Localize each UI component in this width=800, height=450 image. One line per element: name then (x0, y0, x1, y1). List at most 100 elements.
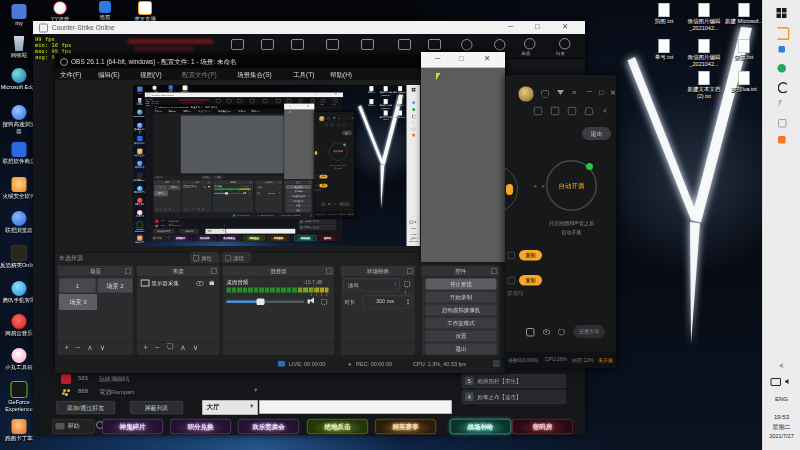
cso-close-button[interactable]: ✕ (562, 23, 568, 31)
file-wechat-img-1[interactable]: 微信图片编辑_2021042... (683, 3, 725, 31)
menu-scene-collection[interactable]: 场景集合(S) (237, 70, 272, 79)
shield-icon[interactable] (541, 90, 549, 98)
file-new-text-doc[interactable]: 新建文本文档 (2).txt (683, 71, 725, 99)
menu-file[interactable]: 文件(F) (60, 70, 81, 79)
cso-mail-icon[interactable] (428, 39, 441, 50)
mic-toggle-orange[interactable] (506, 184, 513, 195)
menu-edit[interactable]: 编辑(E) (98, 70, 120, 79)
clock-time[interactable]: 19:53 (763, 413, 800, 420)
map-row-2[interactable]: 4 剧毒之布【追击】 (462, 390, 566, 404)
properties-button[interactable]: 属性 (190, 252, 219, 263)
map-row-1[interactable]: 5 地狱围栏【求生】 (462, 374, 566, 388)
taskbar-cursor-icon[interactable] (779, 100, 786, 107)
tray-monitor-icon[interactable] (771, 378, 782, 386)
sources-dock-header[interactable]: 来源 (137, 266, 220, 278)
scene-tile-1[interactable]: 1 (60, 279, 96, 293)
file-danhao[interactable]: 单号.txt (643, 39, 685, 61)
mixer-gear-icon[interactable] (321, 299, 328, 306)
hall-dropdown[interactable]: 大厅 ▼ (202, 400, 258, 415)
volume-slider-handle[interactable] (257, 299, 265, 306)
mic-connect-button[interactable]: 连麦互动 (573, 325, 605, 338)
virtual-camera-button[interactable]: 启动虚拟摄像机 (426, 305, 497, 316)
friend-row-1[interactable]: 585 玩破璃聊吗 (58, 373, 238, 385)
lobby-button-juedi[interactable]: 绝地反击 (307, 419, 368, 434)
small-window-minimize[interactable]: ─ (435, 54, 440, 62)
cso-calendar-icon[interactable] (326, 39, 339, 50)
transition-gear-icon[interactable] (404, 281, 411, 288)
menu-help[interactable]: 帮助(H) (330, 70, 352, 79)
share-icon[interactable]: < (603, 106, 607, 114)
lobby-search-input[interactable] (259, 400, 452, 414)
studio-mode-button[interactable]: 工作室模式 (426, 318, 497, 329)
tray-speaker-icon[interactable] (785, 379, 789, 384)
cso-key-icon[interactable] (398, 39, 411, 50)
add-friend-button[interactable]: 添加/通过好友 (56, 401, 115, 414)
huya-close[interactable]: ✕ (610, 88, 616, 96)
cso-audio-icon[interactable] (291, 39, 304, 50)
tray-language[interactable]: ENG (763, 395, 800, 402)
bell-icon[interactable] (585, 107, 593, 115)
taskbar-grey-icon[interactable] (778, 119, 787, 128)
scene-tile-2[interactable]: 场景 2 (98, 279, 133, 293)
cso-options-icon[interactable] (524, 38, 536, 50)
remove-scene-button[interactable]: − (76, 343, 80, 352)
huya-minimize[interactable]: ─ (587, 87, 592, 95)
cso-briefcase-icon[interactable] (361, 39, 374, 50)
source-row-display-capture[interactable]: 显示器采集 (138, 278, 219, 290)
transition-updown-icon[interactable]: ↕ (404, 289, 407, 295)
start-recording-button[interactable]: 开始录制 (426, 292, 497, 303)
cso-minimize-button[interactable]: ─ (508, 22, 513, 30)
taskbar-orange-icon[interactable] (778, 136, 786, 144)
huya-settings-icon[interactable] (558, 329, 565, 336)
stop-streaming-button[interactable]: 停止推流 (426, 279, 497, 290)
scene-up-button[interactable]: ∧ (87, 343, 92, 352)
file-wechat-img-2[interactable]: 微信图片编辑_2021042... (683, 39, 725, 67)
quit-pill-button[interactable]: 退出 (582, 127, 611, 140)
file-new-microsoft[interactable]: 新建 Microsof... (723, 3, 765, 25)
gift-icon[interactable] (568, 107, 576, 115)
menu-profile[interactable]: 配置文件(P) (182, 70, 217, 79)
help-chip[interactable]: 帮助 (52, 419, 95, 434)
scene-tile-3[interactable]: 场景 3 (60, 295, 97, 310)
block-list-button[interactable]: 屏蔽列表 (130, 401, 183, 414)
file-logitech-lua[interactable]: 罗技lua.txt (723, 71, 765, 93)
preview-eye-icon[interactable] (543, 330, 550, 335)
menu-view[interactable]: 视图(V) (140, 70, 162, 79)
taskbar-huya-icon[interactable] (777, 27, 790, 40)
mixer-dock-header[interactable]: 混音器 (223, 266, 335, 278)
cso-shield-icon[interactable] (461, 39, 473, 51)
scene-down-button[interactable]: ∨ (100, 343, 105, 352)
lock-icon[interactable] (551, 107, 559, 115)
cso-note-icon[interactable] (261, 39, 274, 50)
avatar[interactable] (518, 86, 534, 102)
desktop-icon-yy[interactable]: YY语音 (39, 1, 81, 23)
small-window-close[interactable]: ✕ (484, 55, 490, 63)
volume-slider-track[interactable] (227, 301, 305, 304)
file-rongzhi[interactable]: 荣置.txt (723, 39, 765, 61)
file-paitu[interactable]: 拍图.txt (643, 3, 685, 25)
add-source-button[interactable]: + (144, 343, 148, 352)
source-up-button[interactable]: ∧ (180, 343, 185, 352)
transition-select[interactable]: 淡出 ↕ (344, 279, 400, 292)
lock-icon[interactable] (210, 282, 215, 286)
small-window-maximize[interactable]: □ (459, 55, 464, 63)
taskbar-g-icon[interactable] (778, 82, 790, 94)
friend-row-2[interactable]: 888 電酒Rampart ▼ (58, 386, 238, 398)
duration-spinbox[interactable]: 300 ms ▲▼ (363, 296, 413, 309)
tv-icon[interactable] (534, 107, 542, 115)
filter-icon[interactable] (557, 90, 564, 95)
speaker-icon[interactable] (310, 298, 315, 304)
scenes-dock-header[interactable]: 场景 (58, 266, 134, 278)
tray-chevron[interactable]: < (763, 361, 800, 369)
cso-exit-icon[interactable] (231, 39, 244, 50)
start-button[interactable] (777, 8, 782, 13)
settings-button[interactable]: 设置 (426, 331, 497, 342)
lobby-button-zhanchang[interactable]: 战场补给 (450, 419, 511, 434)
desktop-icon-huya[interactable]: 虎牙直播 (124, 1, 166, 23)
lobby-button-shengui[interactable]: 神鬼碎片 (102, 419, 163, 434)
spin-arrows[interactable]: ▲▼ (406, 298, 410, 306)
menu-icon[interactable]: ≡ (572, 88, 576, 96)
huya-maximize[interactable]: □ (599, 88, 603, 96)
source-properties-button[interactable] (166, 343, 173, 350)
record-icon[interactable] (526, 328, 535, 337)
